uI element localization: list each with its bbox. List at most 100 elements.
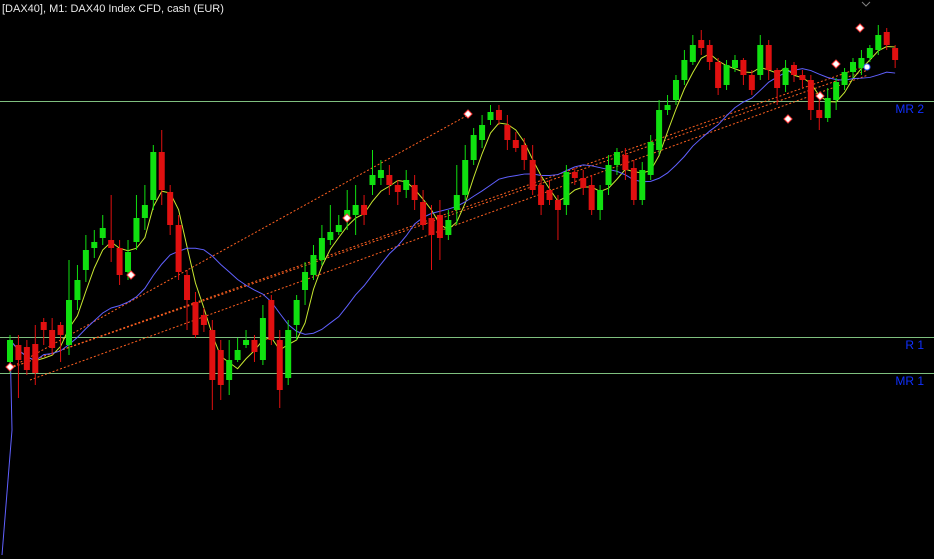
bear-candle <box>108 240 115 248</box>
bull-candle <box>259 318 266 360</box>
bear-candle <box>276 340 283 390</box>
bull-candle <box>850 62 856 72</box>
bull-candle <box>141 205 148 218</box>
bull-candle <box>875 35 882 50</box>
bear-candle <box>588 185 595 210</box>
bull-candle <box>285 330 292 378</box>
bear-candle <box>504 125 511 140</box>
bull-candle <box>66 300 73 345</box>
current-price-marker <box>863 63 871 71</box>
bull-candle <box>7 340 13 362</box>
bear-candle <box>15 345 22 360</box>
bear-candle <box>807 80 814 110</box>
bull-candle <box>74 280 81 300</box>
bull-candle <box>403 180 410 190</box>
bull-candle <box>866 48 873 58</box>
bull-candle <box>613 152 620 165</box>
bear-candle <box>512 140 519 148</box>
bear-candle <box>436 215 443 238</box>
trendline <box>9 114 469 369</box>
bull-candle <box>689 45 696 62</box>
bull-candle <box>858 58 865 68</box>
bull-candle <box>352 205 359 215</box>
bear-candle <box>23 347 30 370</box>
bull-candle <box>125 252 132 272</box>
bear-candle <box>495 110 502 120</box>
bull-candle <box>731 60 738 68</box>
bull-candle <box>841 72 848 85</box>
bear-candle <box>554 200 561 210</box>
bear-candle <box>200 315 207 325</box>
bull-candle <box>462 160 469 195</box>
bull-candle <box>318 238 325 260</box>
bear-candle <box>521 145 528 160</box>
bull-candle <box>672 80 679 100</box>
bull-candle <box>445 220 452 235</box>
bear-candle <box>774 70 781 88</box>
signal-marker <box>5 362 15 372</box>
bear-candle <box>192 302 199 335</box>
bull-candle <box>335 225 342 232</box>
bull-candle <box>664 105 671 110</box>
bear-candle <box>57 325 64 335</box>
bear-candle <box>883 32 890 45</box>
bull-candle <box>91 242 98 248</box>
bear-candle <box>529 160 536 190</box>
bear-candle <box>116 248 123 275</box>
bear-candle <box>706 45 713 62</box>
bull-candle <box>310 255 317 275</box>
bear-candle <box>386 175 393 185</box>
bear-candle <box>538 185 545 205</box>
bear-candle <box>175 225 182 272</box>
bear-candle <box>790 65 797 75</box>
bear-candle <box>546 190 553 200</box>
bull-candle <box>377 170 384 178</box>
scroll-arrow-icon <box>861 1 871 7</box>
bear-candle <box>740 60 747 75</box>
bear-candle <box>217 350 224 385</box>
bear-candle <box>428 218 435 235</box>
signal-marker <box>831 59 841 69</box>
bear-candle <box>251 340 258 352</box>
bull-candle <box>656 110 663 150</box>
signal-marker <box>783 114 793 124</box>
level-label: MR 1 <box>895 374 924 388</box>
level-label: R 1 <box>905 338 924 352</box>
bull-candle <box>833 82 840 100</box>
bear-candle <box>361 205 368 215</box>
bull-candle <box>150 152 157 200</box>
bear-candle <box>32 344 39 373</box>
bull-candle <box>302 272 309 290</box>
bear-candle <box>571 172 578 178</box>
bull-candle <box>470 135 477 160</box>
bear-candle <box>184 275 191 300</box>
bear-candle <box>209 330 216 380</box>
bull-candle <box>681 60 688 80</box>
bear-candle <box>715 62 722 88</box>
price-chart[interactable] <box>0 0 934 559</box>
bear-candle <box>748 75 755 90</box>
bull-candle <box>133 218 140 242</box>
bull-candle <box>99 228 106 238</box>
bear-candle <box>892 48 899 60</box>
signal-marker <box>855 23 865 33</box>
bull-candle <box>234 350 241 360</box>
signal-marker <box>463 109 473 119</box>
bull-candle <box>757 45 764 75</box>
bear-candle <box>698 40 705 48</box>
bull-candle <box>226 360 233 380</box>
bear-candle <box>765 45 772 70</box>
bear-candle <box>167 192 174 225</box>
bull-candle <box>369 175 376 185</box>
bull-candle <box>243 340 250 345</box>
bear-candle <box>420 202 427 225</box>
slow-moving-average <box>1 68 896 556</box>
bear-candle <box>630 168 637 200</box>
bull-candle <box>639 170 646 200</box>
bull-candle <box>293 300 300 325</box>
bull-candle <box>782 68 789 85</box>
level-label: MR 2 <box>895 102 924 116</box>
bear-candle <box>622 155 629 170</box>
bear-candle <box>394 185 401 192</box>
bull-candle <box>647 142 654 175</box>
